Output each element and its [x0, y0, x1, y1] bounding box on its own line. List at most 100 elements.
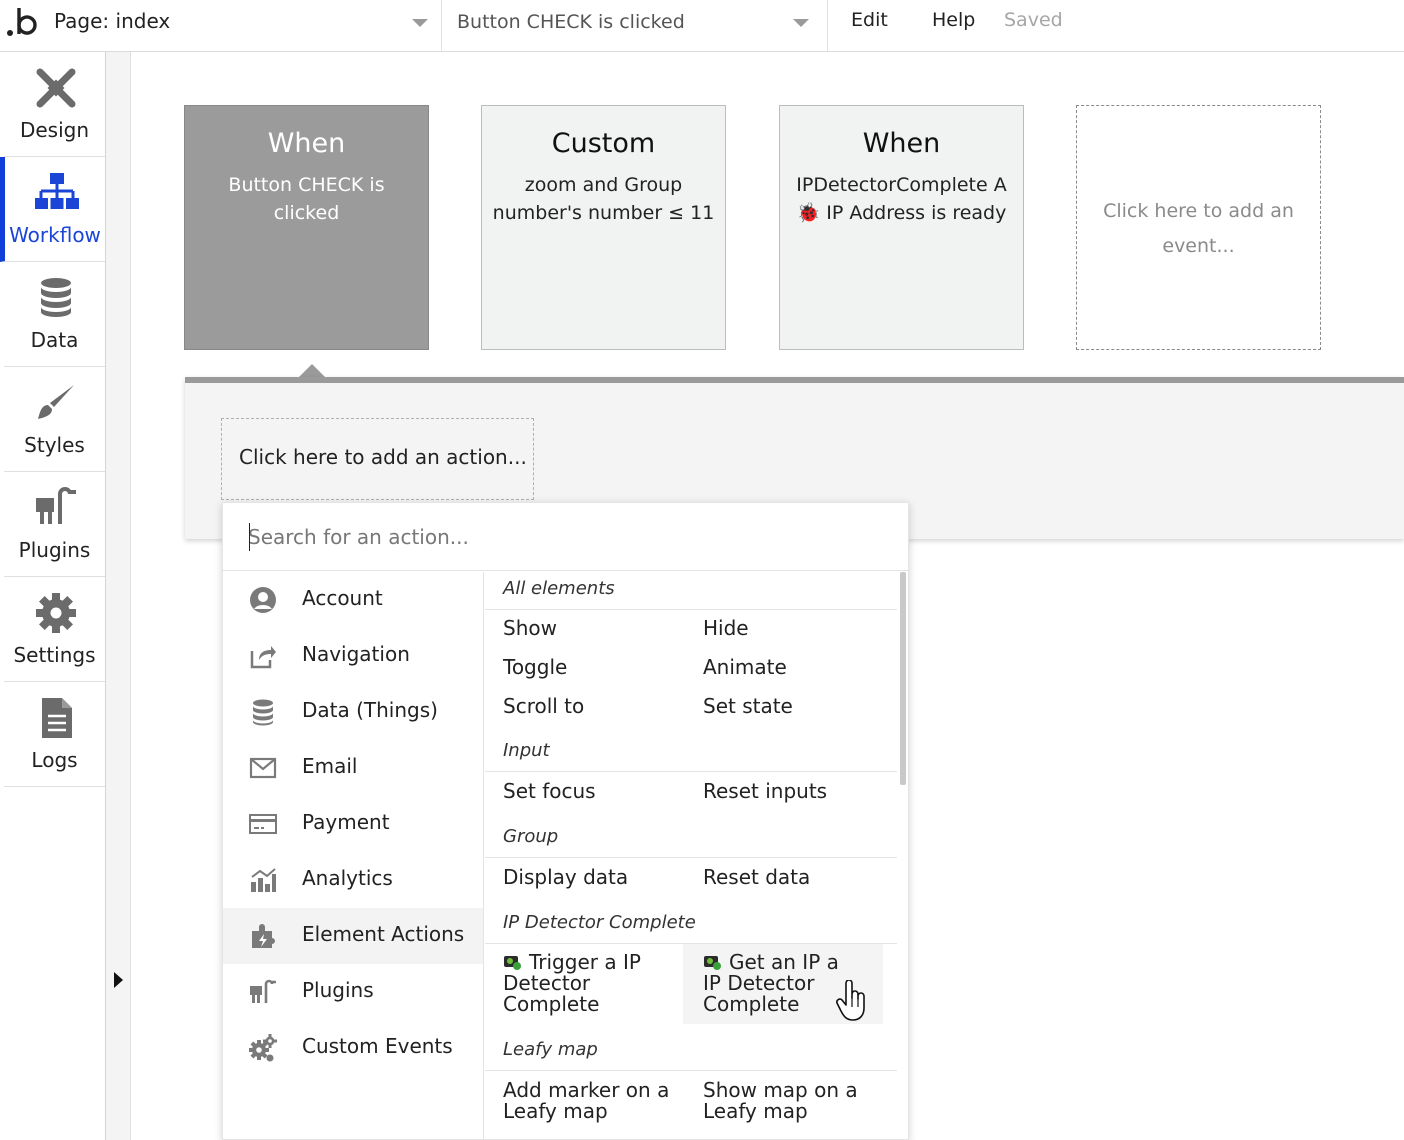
sidebar-item-label: Settings — [13, 643, 96, 667]
help-menu[interactable]: Help — [932, 9, 975, 31]
plugin-bug-icon — [704, 956, 721, 970]
sidebar-item-label: Design — [19, 118, 90, 142]
section-header-group: Group — [485, 820, 897, 858]
workflow-selector-label: Button CHECK is clicked — [457, 11, 685, 33]
action-categories: Account Navigation Data (Things) Email P… — [223, 572, 484, 1140]
account-icon — [250, 587, 276, 613]
action-toggle[interactable]: Toggle — [503, 657, 567, 678]
section-header-leafy-map: Leafy map — [485, 1033, 897, 1071]
plug-icon — [250, 979, 276, 1003]
category-label: Email — [302, 754, 358, 778]
category-label: Analytics — [302, 866, 393, 890]
element-actions-icon — [252, 924, 275, 948]
sidebar-item-label: Styles — [24, 433, 85, 457]
section-header-input: Input — [485, 734, 897, 772]
action-show-map-leafy-map[interactable]: Show map on a Leafy map — [703, 1080, 883, 1122]
bubble-logo-icon[interactable] — [4, 4, 40, 40]
event-card-ip-detector[interactable]: When IPDetectorComplete A 🐞 IP Address i… — [779, 105, 1024, 350]
plugin-bug-icon — [504, 956, 521, 970]
email-icon — [249, 757, 277, 779]
action-set-focus[interactable]: Set focus — [503, 781, 596, 802]
category-account[interactable]: Account — [223, 572, 483, 628]
event-card-custom[interactable]: Custom zoom and Group number's number ≤ … — [481, 105, 726, 350]
action-list: All elements Show Hide Toggle Animate Sc… — [485, 572, 899, 1140]
action-set-state[interactable]: Set state — [703, 696, 793, 717]
section-header-ip-detector: IP Detector Complete — [485, 906, 897, 944]
section-header-all-elements: All elements — [485, 572, 897, 610]
category-label: Account — [302, 586, 383, 610]
add-event-label: Click here to add an event... — [1103, 200, 1294, 257]
gear-icon — [36, 593, 76, 633]
category-email[interactable]: Email — [223, 740, 483, 796]
sidebar-item-design[interactable]: Design — [4, 52, 105, 157]
event-card-title: When — [862, 128, 941, 159]
category-element-actions[interactable]: Element Actions — [223, 908, 483, 964]
chevron-down-icon — [793, 19, 809, 27]
event-card-title: Custom — [551, 128, 656, 159]
navigation-icon — [250, 646, 276, 669]
event-card-button-check[interactable]: When Button CHECK is clicked — [184, 105, 429, 350]
sidebar-item-plugins[interactable]: Plugins — [4, 472, 105, 577]
action-list-scrollbar[interactable] — [900, 572, 906, 785]
sidebar-item-label: Logs — [31, 748, 78, 772]
selected-event-pointer — [299, 364, 325, 377]
plug-icon — [36, 487, 76, 524]
workflow-icon — [35, 173, 79, 209]
sidebar-item-label: Plugins — [18, 538, 91, 562]
action-scroll-to[interactable]: Scroll to — [503, 696, 584, 717]
edit-menu[interactable]: Edit — [851, 9, 888, 31]
payment-icon — [249, 814, 277, 834]
category-analytics[interactable]: Analytics — [223, 852, 483, 908]
event-card-description: zoom and Group number's number ≤ 11 — [492, 174, 715, 224]
action-add-marker-leafy-map[interactable]: Add marker on a Leafy map — [503, 1080, 683, 1122]
category-data-things[interactable]: Data (Things) — [223, 684, 483, 740]
category-navigation[interactable]: Navigation — [223, 628, 483, 684]
gears-icon — [249, 1034, 277, 1062]
design-icon — [36, 68, 76, 108]
database-icon — [253, 699, 273, 726]
sidebar-item-workflow[interactable]: Workflow — [0, 157, 105, 262]
action-picker-dropdown: Account Navigation Data (Things) Email — [222, 502, 910, 1140]
sidebar-item-logs[interactable]: Logs — [4, 682, 105, 787]
category-payment[interactable]: Payment — [223, 796, 483, 852]
sidebar-item-label: Workflow — [9, 223, 101, 247]
action-animate[interactable]: Animate — [703, 657, 787, 678]
add-event-card[interactable]: Click here to add an event... — [1076, 105, 1321, 350]
category-label: Payment — [302, 810, 390, 834]
page-selector[interactable]: Page: index — [42, 0, 442, 51]
analytics-icon — [251, 868, 276, 892]
save-status: Saved — [1004, 9, 1063, 31]
action-search-input[interactable] — [248, 521, 868, 553]
category-label: Plugins — [302, 978, 374, 1002]
sidebar-item-data[interactable]: Data — [4, 262, 105, 367]
expand-panel-icon[interactable] — [114, 972, 123, 988]
category-label: Custom Events — [302, 1034, 453, 1058]
sidebar: Design Workflow Data Styles Plugins Sett… — [0, 52, 106, 1140]
hand-cursor-icon — [836, 980, 865, 1021]
category-label: Element Actions — [302, 922, 465, 946]
top-bar: Page: index Button CHECK is clicked Edit… — [0, 0, 1404, 52]
action-hide[interactable]: Hide — [703, 618, 749, 639]
page-selector-label: Page: index — [54, 9, 171, 33]
event-card-description: Button CHECK is clicked — [228, 174, 385, 224]
sidebar-item-settings[interactable]: Settings — [4, 577, 105, 682]
category-label: Navigation — [302, 642, 410, 666]
action-trigger-ip-detector[interactable]: Trigger a IP Detector Complete — [503, 952, 683, 1015]
action-reset-inputs[interactable]: Reset inputs — [703, 781, 827, 802]
add-action-button[interactable]: Click here to add an action... — [221, 418, 534, 500]
category-plugins[interactable]: Plugins — [223, 964, 483, 1020]
action-display-data[interactable]: Display data — [503, 867, 628, 888]
category-label: Data (Things) — [302, 698, 438, 722]
database-icon — [41, 278, 71, 317]
action-search-bar — [223, 503, 910, 571]
event-card-description: IPDetectorComplete A 🐞 IP Address is rea… — [796, 174, 1007, 224]
event-card-title: When — [267, 128, 346, 159]
sidebar-item-styles[interactable]: Styles — [4, 367, 105, 472]
workflow-selector[interactable]: Button CHECK is clicked — [443, 0, 828, 51]
text-cursor — [249, 523, 250, 551]
document-icon — [42, 698, 72, 738]
chevron-down-icon — [412, 19, 428, 27]
category-custom-events[interactable]: Custom Events — [223, 1020, 483, 1076]
action-show[interactable]: Show — [503, 618, 557, 639]
action-reset-data[interactable]: Reset data — [703, 867, 810, 888]
